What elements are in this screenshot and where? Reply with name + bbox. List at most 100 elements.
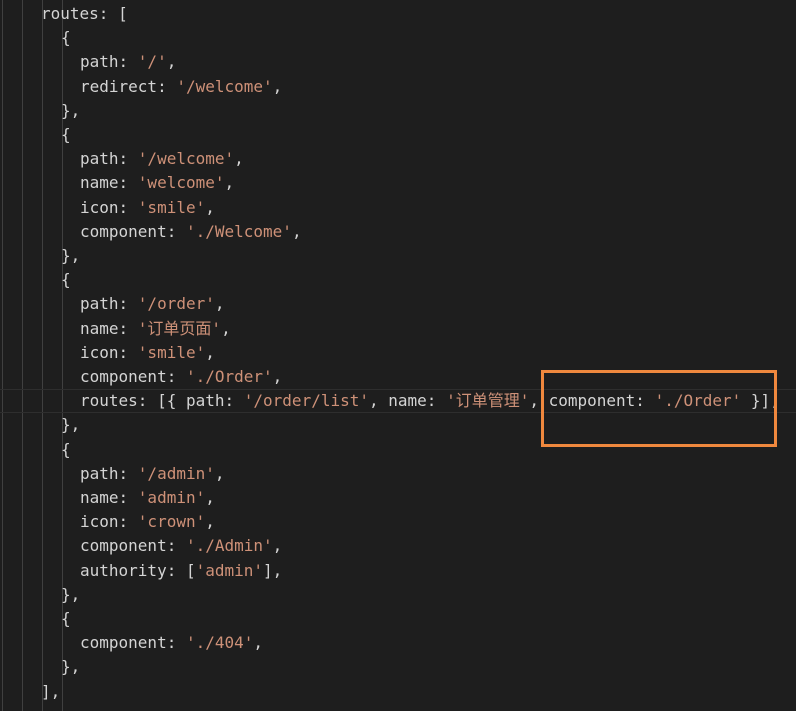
code-token: name:: [80, 488, 138, 507]
code-token: {: [61, 125, 71, 144]
code-line[interactable]: path: '/admin',: [0, 462, 796, 486]
code-line-text: {: [61, 26, 71, 50]
code-token: , name:: [369, 391, 447, 411]
code-token: path:: [80, 149, 138, 169]
code-token: {: [61, 439, 71, 459]
code-line-text: path: '/admin',: [80, 462, 225, 486]
code-line-text: },: [61, 413, 80, 437]
code-line-text: icon: 'smile',: [80, 341, 215, 365]
code-token: , component:: [529, 391, 655, 411]
code-line[interactable]: icon: 'crown',: [0, 510, 796, 534]
string-token: './Admin': [185, 536, 273, 556]
code-line-text: icon: 'smile',: [80, 196, 215, 220]
code-token: {: [61, 28, 71, 48]
code-line[interactable]: name: 'welcome',: [0, 171, 796, 195]
code-line[interactable]: ],: [0, 680, 796, 704]
code-line[interactable]: component: './Order',: [0, 365, 796, 389]
code-line[interactable]: {: [0, 123, 796, 147]
code-line[interactable]: authority: ['admin'],: [0, 559, 796, 583]
code-line[interactable]: icon: 'smile',: [0, 196, 796, 220]
code-line[interactable]: {: [0, 607, 796, 631]
code-line[interactable]: },: [0, 244, 796, 268]
string-token: 'crown': [137, 512, 206, 532]
code-token: ],: [41, 681, 61, 701]
code-line[interactable]: redirect: '/welcome',: [0, 75, 796, 99]
code-token: routes: [: [41, 4, 128, 23]
code-token: ,: [272, 536, 283, 556]
code-line[interactable]: component: './404',: [0, 631, 796, 655]
code-line[interactable]: },: [0, 413, 796, 437]
code-token: component:: [80, 633, 186, 653]
code-token: },: [61, 657, 81, 677]
code-token: {: [61, 609, 71, 628]
code-line[interactable]: },: [0, 583, 796, 607]
code-line-text: component: './Admin',: [80, 534, 282, 558]
code-line-text: path: '/',: [80, 50, 176, 74]
code-line-text: routes: [: [41, 2, 128, 26]
code-line-text: path: '/order',: [80, 292, 225, 316]
code-line[interactable]: name: 'admin',: [0, 486, 796, 510]
code-token: ,: [291, 221, 302, 241]
code-token: },: [61, 246, 81, 265]
string-token: '订单页面': [137, 318, 222, 338]
code-token: ,: [214, 294, 225, 314]
code-token: component:: [80, 221, 186, 241]
code-token: path:: [80, 294, 138, 314]
code-line[interactable]: },: [0, 99, 796, 123]
code-line-text: icon: 'crown',: [80, 510, 215, 534]
code-line-text: component: './Welcome',: [80, 220, 302, 244]
code-token: ,: [205, 488, 215, 507]
code-line[interactable]: routes: [{ path: '/order/list', name: '订…: [0, 389, 796, 414]
code-token: ,: [272, 367, 283, 386]
code-token: }],: [741, 391, 780, 411]
code-line-text: ],: [41, 680, 60, 704]
code-line[interactable]: icon: 'smile',: [0, 341, 796, 365]
code-line[interactable]: },: [0, 655, 796, 679]
code-line-text: component: './404',: [80, 631, 263, 655]
code-token: ],: [263, 560, 283, 580]
string-token: './Welcome': [185, 221, 292, 241]
code-token: ,: [214, 463, 225, 483]
code-line-text: name: '订单页面',: [80, 317, 231, 341]
code-editor[interactable]: routes: [ { path: '/', redirect: '/welcome'…: [0, 0, 796, 711]
code-line-text: {: [61, 123, 71, 147]
code-token: component:: [80, 367, 186, 386]
code-token: },: [61, 584, 81, 604]
string-token: './404': [185, 633, 254, 653]
code-token: ,: [205, 512, 215, 532]
code-token: ,: [272, 76, 283, 96]
code-line[interactable]: component: './Admin',: [0, 534, 796, 558]
code-token: },: [61, 415, 81, 435]
string-token: './Order': [654, 391, 742, 411]
string-token: 'admin': [195, 560, 264, 580]
code-line[interactable]: path: '/',: [0, 50, 796, 74]
code-line-text: redirect: '/welcome',: [80, 75, 282, 99]
string-token: 'admin': [137, 488, 206, 507]
code-line[interactable]: path: '/order',: [0, 292, 796, 316]
code-line-text: },: [61, 655, 80, 679]
code-line[interactable]: name: '订单页面',: [0, 317, 796, 341]
code-line[interactable]: {: [0, 438, 796, 462]
code-line-text: routes: [{ path: '/order/list', name: '订…: [80, 390, 780, 412]
code-token: routes: [{ path:: [80, 391, 244, 411]
string-token: '/admin': [137, 463, 215, 483]
string-token: '/welcome': [176, 76, 273, 96]
code-line-text: name: 'admin',: [80, 486, 215, 510]
string-token: 'smile': [137, 197, 206, 217]
string-token: '/order': [137, 294, 215, 314]
code-line[interactable]: {: [0, 26, 796, 50]
code-line[interactable]: component: './Welcome',: [0, 220, 796, 244]
string-token: '/order/list': [243, 391, 369, 411]
code-line-text: },: [61, 244, 80, 268]
code-token: ,: [234, 149, 244, 169]
string-token: './Order': [185, 367, 273, 386]
code-line[interactable]: {: [0, 268, 796, 292]
code-line[interactable]: path: '/welcome',: [0, 147, 796, 171]
code-token: name:: [80, 318, 138, 338]
code-line-text: },: [61, 583, 80, 607]
code-line-text: },: [61, 99, 80, 123]
string-token: '订单管理': [446, 391, 530, 411]
code-line[interactable]: routes: [: [0, 2, 796, 26]
code-token: icon:: [80, 197, 138, 217]
code-token: authority: [: [80, 560, 196, 580]
